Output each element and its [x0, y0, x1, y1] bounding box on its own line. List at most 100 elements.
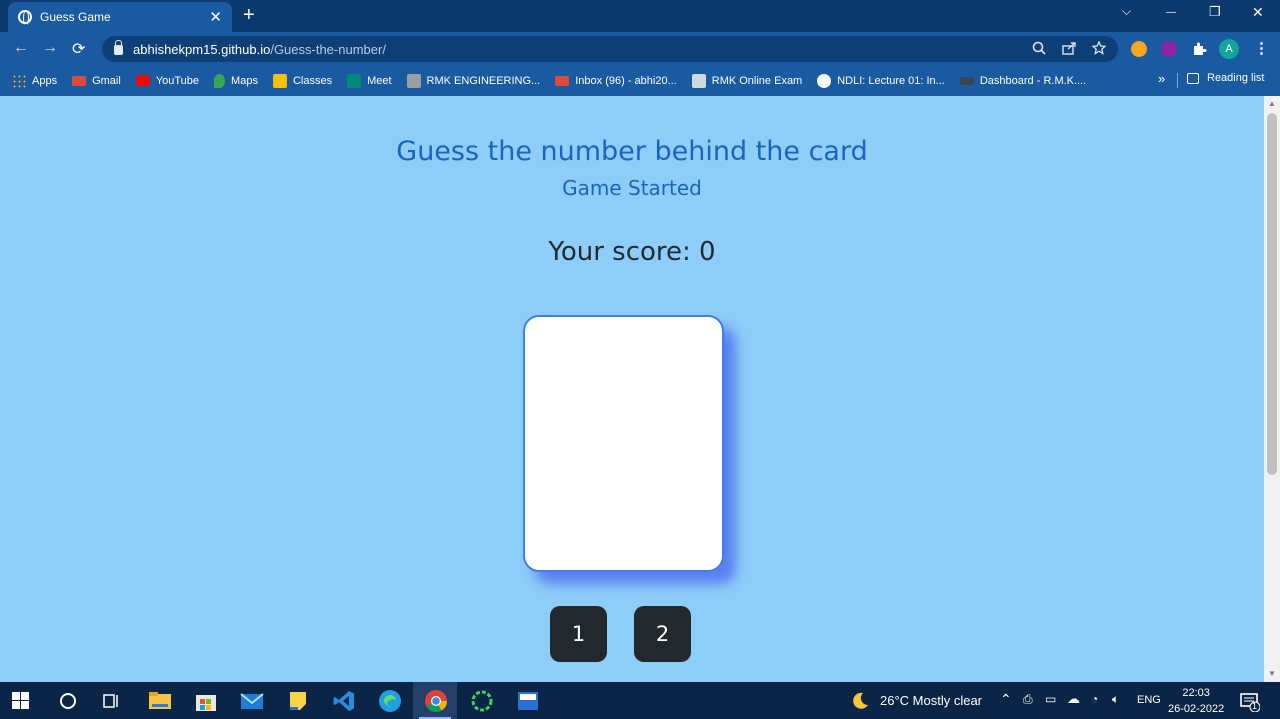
bookmark-label: Inbox (96) - abhi20... — [575, 74, 677, 87]
page-scrollbar[interactable]: ▲ ▼ — [1264, 96, 1280, 682]
reading-list-button[interactable]: Reading list — [1187, 72, 1264, 84]
share-icon[interactable] — [1062, 41, 1077, 58]
browser-menu-icon[interactable]: ⋮ — [1254, 39, 1269, 57]
youtube-icon — [135, 75, 150, 86]
classroom-icon — [272, 73, 287, 88]
meet-now-icon[interactable]: ⎙ — [1023, 692, 1033, 707]
windows-taskbar: 26°C Mostly clear ⌃ ⎙ ▭ ☁ ◔ 🔈︎ ENG 22:03… — [0, 682, 1280, 719]
game-page: Guess the number behind the card Game St… — [0, 96, 1264, 682]
puzzle-extensions-icon[interactable] — [1191, 41, 1207, 57]
clock-time: 22:03 — [1182, 687, 1210, 699]
page-title: Guess the number behind the card — [396, 136, 868, 167]
bookmarks-bar: Apps Gmail YouTube Maps Classes Meet RMK… — [0, 65, 1280, 96]
chrome-icon[interactable] — [424, 689, 448, 713]
guess-button-2[interactable]: 2 — [634, 606, 691, 662]
bookmark-maps[interactable]: Maps — [214, 73, 258, 88]
bookmark-ndli[interactable]: NDLI: Lecture 01: In... — [817, 73, 945, 88]
volume-icon[interactable]: 🔈︎ — [1112, 692, 1119, 707]
microsoft-store-icon[interactable] — [194, 689, 218, 713]
bookmark-dashboard[interactable]: Dashboard - R.M.K.... — [959, 74, 1087, 87]
bookmark-label: Maps — [231, 74, 258, 87]
apps-grid-icon — [12, 73, 26, 88]
scroll-up-arrow-icon[interactable]: ▲ — [1268, 99, 1276, 108]
game-status: Game Started — [562, 176, 702, 200]
bookmark-label: Apps — [32, 74, 58, 87]
tab-strip: Guess Game ✕ + ⌵ — ❐ ✕ — [0, 0, 1280, 32]
new-tab-button[interactable]: + — [243, 4, 255, 27]
bookmark-label: NDLI: Lecture 01: In... — [837, 74, 945, 87]
loading-ring-icon[interactable] — [470, 689, 494, 713]
bookmark-label: RMK Online Exam — [711, 74, 803, 87]
bookmark-rmk-online-exam[interactable]: RMK Online Exam — [691, 73, 803, 88]
vscode-icon[interactable] — [332, 689, 356, 713]
file-explorer-icon[interactable] — [148, 689, 172, 713]
tray-expand-icon[interactable]: ⌃ — [1000, 691, 1012, 708]
language-indicator[interactable]: ENG — [1137, 694, 1161, 706]
bookmark-classes[interactable]: Classes — [272, 73, 333, 88]
tab-close-icon[interactable]: ✕ — [209, 8, 222, 26]
bookmark-youtube[interactable]: YouTube — [135, 74, 200, 87]
rmk-logo-icon — [406, 73, 421, 88]
edx-icon — [959, 76, 974, 85]
reload-button[interactable]: ⟳ — [72, 39, 85, 59]
zoom-icon[interactable] — [1032, 41, 1046, 58]
bookmark-rmk-engineering[interactable]: RMK ENGINEERING... — [406, 73, 541, 88]
reading-list-label: Reading list — [1207, 72, 1265, 84]
bookmark-label: RMK ENGINEERING... — [426, 74, 541, 87]
weather-moon-icon[interactable] — [850, 691, 870, 711]
profile-avatar[interactable]: A — [1219, 39, 1239, 59]
gmail-icon — [555, 75, 570, 86]
reading-list-icon — [1187, 72, 1199, 84]
bookmark-label: Classes — [292, 74, 333, 87]
system-clock[interactable]: 22:03 26-02-2022 — [1168, 685, 1224, 717]
restore-button[interactable]: ❐ — [1209, 4, 1221, 20]
battery-icon[interactable]: ▭ — [1045, 692, 1056, 706]
forward-button[interactable]: → — [42, 39, 58, 57]
scroll-thumb[interactable] — [1267, 113, 1277, 475]
notification-count: 1 — [1252, 701, 1258, 711]
url-path: /Guess-the-number/ — [270, 41, 386, 57]
scroll-down-arrow-icon[interactable]: ▼ — [1268, 669, 1276, 678]
weather-text[interactable]: 26°C Mostly clear — [880, 693, 982, 708]
score-display: Your score: 0 — [548, 237, 716, 267]
tab-title: Guess Game — [40, 10, 111, 24]
exam-icon — [691, 73, 706, 88]
wifi-icon[interactable]: ◔ — [1091, 692, 1098, 706]
onedrive-cloud-icon[interactable]: ☁ — [1067, 691, 1080, 707]
globe-icon — [817, 73, 832, 88]
bookmark-star-icon[interactable] — [1091, 40, 1107, 58]
bookmark-gmail[interactable]: Gmail — [72, 75, 121, 87]
sticky-notes-icon[interactable] — [286, 689, 310, 713]
edge-browser-icon[interactable] — [378, 689, 402, 713]
browser-toolbar: ← → ⟳ abhishekpm15.github.io /Guess-the-… — [0, 32, 1280, 65]
gmail-icon — [72, 75, 87, 86]
minimize-button[interactable]: — — [1166, 7, 1176, 18]
dev-icon[interactable] — [516, 689, 540, 713]
bookmark-label: YouTube — [155, 74, 200, 87]
globe-icon — [18, 10, 32, 26]
bookmark-label: Meet — [367, 74, 392, 87]
meet-icon — [347, 73, 362, 88]
bookmarks-overflow-icon[interactable]: » — [1158, 71, 1165, 86]
cortana-search-icon[interactable] — [58, 691, 82, 715]
browser-tab[interactable]: Guess Game ✕ — [8, 2, 232, 32]
extension-icon[interactable] — [1131, 41, 1147, 57]
windows-start-icon[interactable] — [12, 692, 36, 716]
task-view-icon[interactable] — [103, 692, 127, 716]
bookmark-label: Gmail — [92, 74, 121, 87]
mystery-card — [523, 315, 724, 572]
bookmarks-divider — [1177, 73, 1178, 88]
guess-button-1[interactable]: 1 — [550, 606, 607, 662]
mail-icon[interactable] — [240, 689, 264, 713]
tab-search-icon[interactable]: ⌵ — [1122, 4, 1131, 19]
bookmark-apps[interactable]: Apps — [12, 73, 58, 88]
bookmark-inbox[interactable]: Inbox (96) - abhi20... — [555, 75, 677, 87]
back-button[interactable]: ← — [13, 39, 29, 57]
address-bar[interactable]: abhishekpm15.github.io /Guess-the-number… — [102, 36, 1118, 62]
maps-pin-icon — [214, 73, 226, 88]
bookmark-meet[interactable]: Meet — [347, 73, 392, 88]
bookmark-label: Dashboard - R.M.K.... — [979, 74, 1087, 87]
close-window-button[interactable]: ✕ — [1252, 4, 1264, 21]
extension-w-icon[interactable] — [1161, 41, 1177, 57]
clock-date: 26-02-2022 — [1168, 703, 1225, 715]
